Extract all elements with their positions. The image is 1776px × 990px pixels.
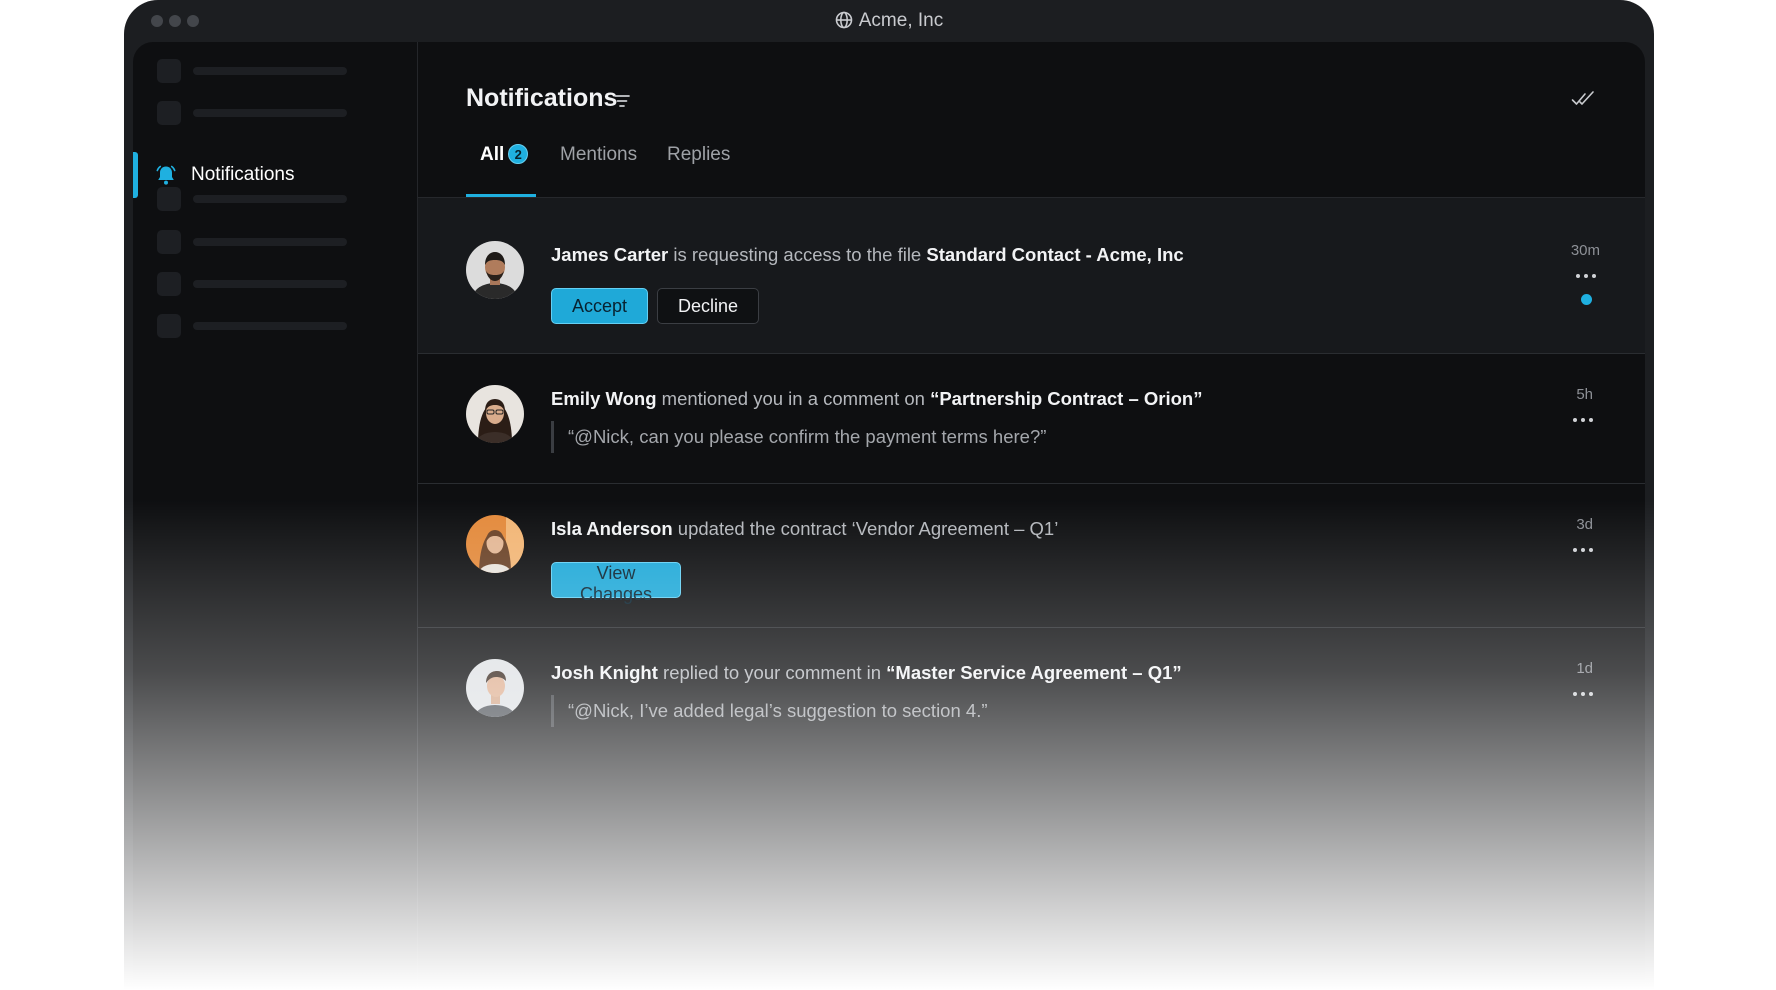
sidebar: Notifications bbox=[133, 42, 418, 990]
timestamp: 30m bbox=[1570, 242, 1600, 259]
comment-quote: “@Nick, I’ve added legal’s suggestion to… bbox=[551, 695, 988, 727]
notifications-header: Notifications All 2 Mentions Replies bbox=[418, 42, 1645, 198]
notification-item[interactable]: Isla Anderson updated the contract ‘Vend… bbox=[418, 484, 1645, 628]
globe-icon bbox=[835, 11, 853, 29]
unread-dot bbox=[1581, 294, 1592, 305]
page-title: Notifications bbox=[466, 84, 618, 112]
avatar-james-carter bbox=[466, 241, 524, 299]
avatar-emily-wong bbox=[466, 385, 524, 443]
notification-text: Emily Wong mentioned you in a comment on… bbox=[551, 388, 1202, 410]
comment-quote: “@Nick, can you please confirm the payme… bbox=[551, 421, 1046, 453]
notification-text: James Carter is requesting access to the… bbox=[551, 244, 1184, 266]
document-name[interactable]: “Master Service Agreement – Q1” bbox=[886, 662, 1181, 683]
notification-item[interactable]: Emily Wong mentioned you in a comment on… bbox=[418, 354, 1645, 484]
filter-icon[interactable] bbox=[613, 93, 631, 109]
sidebar-item-placeholder[interactable] bbox=[157, 187, 357, 211]
notification-item[interactable]: James Carter is requesting access to the… bbox=[418, 198, 1645, 354]
tab-label: Replies bbox=[667, 144, 731, 165]
main-panel: Notifications All 2 Mentions Replies Jam… bbox=[418, 42, 1645, 990]
accept-button[interactable]: Accept bbox=[551, 288, 648, 324]
notification-action: mentioned you in a comment on bbox=[656, 388, 931, 409]
sidebar-item-placeholder[interactable] bbox=[157, 59, 357, 83]
title-bar: Acme, Inc bbox=[124, 0, 1654, 42]
user-name: Josh Knight bbox=[551, 662, 658, 683]
sidebar-item-placeholder[interactable] bbox=[157, 272, 357, 296]
notification-action: is requesting access to the file bbox=[668, 244, 927, 265]
notification-action: updated the contract ‘Vendor Agreement –… bbox=[672, 518, 1059, 539]
notification-text: Isla Anderson updated the contract ‘Vend… bbox=[551, 518, 1058, 540]
more-options-icon[interactable] bbox=[1573, 418, 1593, 424]
tab-all[interactable]: All 2 bbox=[466, 138, 536, 197]
user-name: Isla Anderson bbox=[551, 518, 673, 539]
sidebar-item-placeholder[interactable] bbox=[157, 314, 357, 338]
double-check-icon[interactable] bbox=[1571, 90, 1595, 108]
tab-replies[interactable]: Replies bbox=[667, 138, 730, 197]
timestamp: 5h bbox=[1576, 386, 1593, 403]
tab-label: Mentions bbox=[560, 144, 638, 165]
unread-count-badge: 2 bbox=[508, 144, 529, 164]
file-name[interactable]: Standard Contact - Acme, Inc bbox=[926, 244, 1183, 265]
more-options-icon[interactable] bbox=[1573, 692, 1593, 698]
more-options-icon[interactable] bbox=[1576, 274, 1596, 280]
window-title: Acme, Inc bbox=[124, 10, 1654, 32]
sidebar-item-placeholder[interactable] bbox=[157, 101, 357, 125]
timestamp: 1d bbox=[1576, 660, 1593, 677]
avatar-josh-knight bbox=[466, 659, 524, 717]
document-name[interactable]: “Partnership Contract – Orion” bbox=[930, 388, 1202, 409]
more-options-icon[interactable] bbox=[1573, 548, 1593, 554]
tab-mentions[interactable]: Mentions bbox=[560, 138, 637, 197]
sidebar-item-label: Notifications bbox=[191, 164, 295, 185]
tab-label: All bbox=[480, 144, 505, 165]
user-name: James Carter bbox=[551, 244, 669, 265]
decline-button[interactable]: Decline bbox=[657, 288, 759, 324]
active-indicator bbox=[133, 152, 138, 198]
app-content: Notifications Notifications All 2 Mention… bbox=[133, 42, 1645, 990]
user-name: Emily Wong bbox=[551, 388, 657, 409]
view-changes-button[interactable]: View Changes bbox=[551, 562, 681, 604]
sidebar-item-placeholder[interactable] bbox=[157, 230, 357, 254]
bell-icon bbox=[156, 165, 176, 185]
timestamp: 3d bbox=[1576, 516, 1593, 533]
notification-item[interactable]: Josh Knight replied to your comment in “… bbox=[418, 628, 1645, 768]
notification-action: replied to your comment in bbox=[657, 662, 887, 683]
window-title-text: Acme, Inc bbox=[858, 10, 944, 31]
notification-text: Josh Knight replied to your comment in “… bbox=[551, 662, 1182, 684]
app-window: Acme, Inc Notifications Notifications Al… bbox=[124, 0, 1654, 990]
avatar-isla-anderson bbox=[466, 515, 524, 573]
